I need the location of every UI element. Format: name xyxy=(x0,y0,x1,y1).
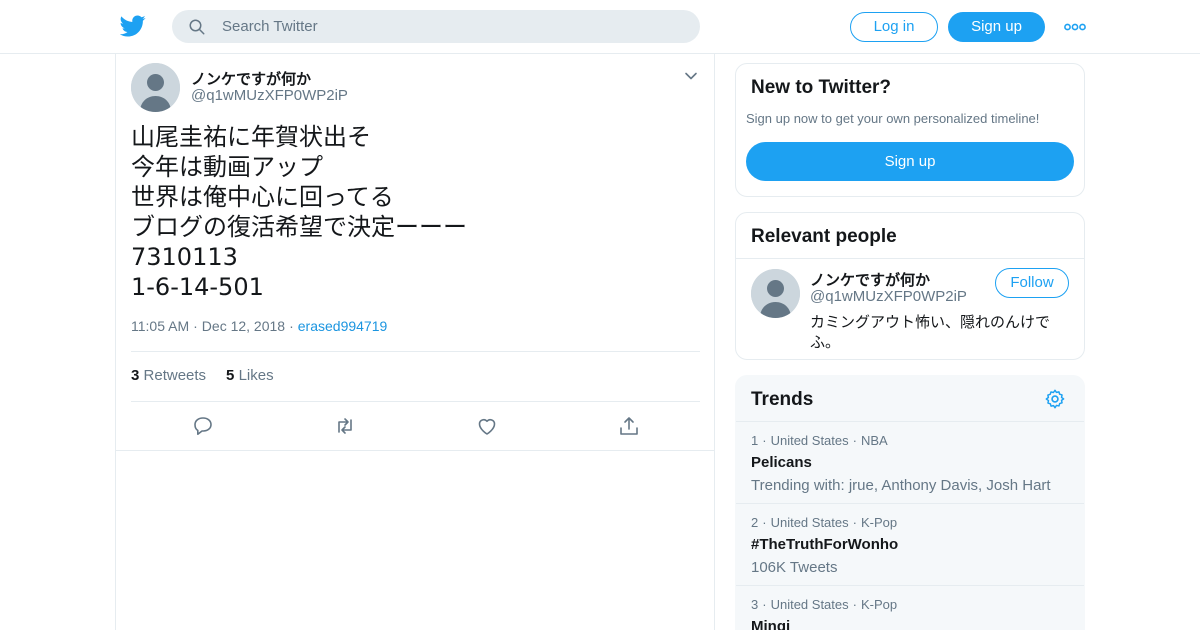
search-input[interactable] xyxy=(222,10,682,43)
trends-card: Trends 1 · United States · NBA Pelicans Tren… xyxy=(735,375,1085,630)
trend-location: United States xyxy=(770,433,849,448)
retweets-label: Retweets xyxy=(143,367,207,384)
trend-context: 3 · United States · K-Pop xyxy=(751,597,898,612)
tweet-text-line: ブログの復活希望で決定ーーー xyxy=(131,213,467,241)
tweet-author-name[interactable]: ノンケですが何か xyxy=(191,68,311,89)
retweets-stat[interactable]: 3 Retweets xyxy=(131,367,206,384)
trend-rank: 2 xyxy=(751,515,759,530)
tweet-text-line: 山尾圭祐に年賀状出そ xyxy=(131,123,371,151)
login-button[interactable]: Log in xyxy=(850,12,938,42)
person-bio: カミングアウト怖い、隠れのんけでふ。 xyxy=(810,313,1051,351)
chevron-down-icon[interactable] xyxy=(684,69,698,83)
tweet-stats: 3 Retweets 5 Likes xyxy=(131,367,274,384)
tweet-metadata: 11:05 AM · Dec 12, 2018 · erased994719 xyxy=(131,318,388,334)
tweet-date[interactable]: Dec 12, 2018 xyxy=(202,318,285,334)
tweet-actions xyxy=(116,414,714,444)
trend-category: K-Pop xyxy=(860,597,898,612)
new-to-twitter-subtitle: Sign up now to get your own personalized… xyxy=(746,111,1040,126)
tweet-text-line: 今年は動画アップ xyxy=(131,153,323,181)
person-handle[interactable]: @q1wMUzXFP0WP2iP xyxy=(810,288,967,305)
trend-category: NBA xyxy=(860,433,888,448)
share-icon[interactable] xyxy=(617,414,641,438)
divider xyxy=(116,450,714,451)
signup-button[interactable]: Sign up xyxy=(948,12,1045,42)
relevant-people-card: Relevant people ノンケですが何か @q1wMUzXFP0WP2i… xyxy=(735,212,1085,360)
person-avatar[interactable] xyxy=(751,269,800,318)
follow-button[interactable]: Follow xyxy=(995,268,1069,298)
tweet-text-line: 1-6-14-501 xyxy=(131,273,264,301)
tweet-text-line: 7310113 xyxy=(131,243,238,271)
tweet-text: 山尾圭祐に年賀状出そ 今年は動画アップ 世界は俺中心に回ってる ブログの復活希望… xyxy=(131,122,691,302)
tweet-author-avatar[interactable] xyxy=(131,63,180,112)
trend-meta: 106K Tweets xyxy=(751,559,838,576)
trend-location: United States xyxy=(770,515,849,530)
likes-stat[interactable]: 5 Likes xyxy=(226,367,274,384)
divider xyxy=(736,421,1084,422)
divider xyxy=(736,258,1084,259)
retweets-count: 3 xyxy=(131,367,140,384)
tweet-author-handle[interactable]: @q1wMUzXFP0WP2iP xyxy=(191,87,348,104)
retweet-icon[interactable] xyxy=(333,414,357,438)
trend-rank: 3 xyxy=(751,597,759,612)
search-bar[interactable] xyxy=(172,10,700,43)
gear-icon[interactable] xyxy=(1044,388,1066,410)
tweet-source-link[interactable]: erased994719 xyxy=(298,318,388,334)
trend-context: 1 · United States · NBA xyxy=(751,433,888,448)
divider xyxy=(131,351,700,352)
sidebar-signup-button[interactable]: Sign up xyxy=(746,142,1074,181)
trend-name: Mingi xyxy=(751,618,791,630)
tweet-column: ノンケですが何か @q1wMUzXFP0WP2iP 山尾圭祐に年賀状出そ 今年は… xyxy=(115,54,715,630)
tweet-text-line: 世界は俺中心に回ってる xyxy=(131,183,394,211)
person-name[interactable]: ノンケですが何か xyxy=(810,269,930,290)
likes-count: 5 xyxy=(226,367,235,384)
trend-name: Pelicans xyxy=(751,454,812,471)
new-to-twitter-title: New to Twitter? xyxy=(751,77,892,98)
new-to-twitter-card: New to Twitter? Sign up now to get your … xyxy=(735,63,1085,197)
tweet-time[interactable]: 11:05 AM xyxy=(131,318,189,334)
trend-item[interactable]: 1 · United States · NBA Pelicans Trending wi… xyxy=(751,433,1071,494)
more-options-icon[interactable] xyxy=(1064,20,1086,34)
trend-context: 2 · United States · K-Pop xyxy=(751,515,898,530)
trends-title: Trends xyxy=(751,389,814,410)
default-avatar-icon xyxy=(751,269,800,318)
likes-label: Likes xyxy=(238,367,274,384)
trend-category: K-Pop xyxy=(860,515,898,530)
trend-item[interactable]: 3 · United States · K-Pop Mingi xyxy=(751,597,1071,630)
search-icon xyxy=(189,19,205,35)
trend-name: #TheTruthForWonho xyxy=(751,536,899,553)
divider xyxy=(736,585,1084,586)
twitter-bird-logo-icon[interactable] xyxy=(120,13,146,39)
trend-item[interactable]: 2 · United States · K-Pop #TheTruthForWonho … xyxy=(751,515,1071,576)
trend-rank: 1 xyxy=(751,433,759,448)
relevant-people-title: Relevant people xyxy=(751,226,897,247)
default-avatar-icon xyxy=(131,63,180,112)
reply-icon[interactable] xyxy=(191,414,215,438)
trend-meta: Trending with: jrue, Anthony Davis, Josh… xyxy=(751,477,1051,494)
divider xyxy=(736,503,1084,504)
top-navigation-bar: Log in Sign up xyxy=(0,0,1200,54)
like-heart-icon[interactable] xyxy=(475,414,499,438)
divider xyxy=(131,401,700,402)
trend-location: United States xyxy=(770,597,849,612)
